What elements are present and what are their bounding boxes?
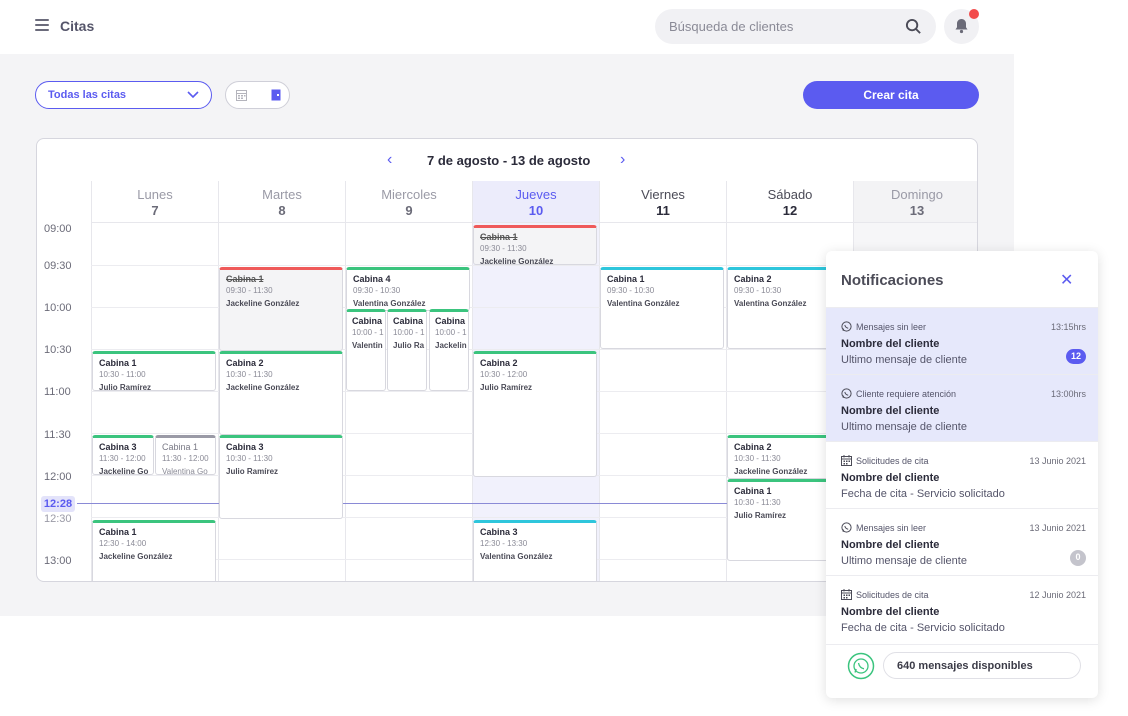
notification-date: 13 Junio 2021 — [1029, 523, 1086, 533]
top-bar: Citas — [0, 0, 1128, 54]
day-header: Domingo 13 — [853, 181, 977, 223]
time-label: 10:30 — [44, 344, 72, 356]
notification-item[interactable]: Mensajes sin leer 13:15hrs Nombre del cl… — [826, 307, 1098, 374]
create-appointment-button[interactable]: Crear cita — [803, 81, 979, 109]
notification-item[interactable]: Cliente requiere atención 13:00hrs Nombr… — [826, 374, 1098, 441]
notification-date: 13:00hrs — [1050, 389, 1086, 399]
notification-type: Mensajes sin leer — [841, 522, 926, 533]
appointment-card[interactable]: Cabina 10:00 - 1 Julio Ra — [387, 309, 427, 391]
close-icon[interactable]: ✕ — [1060, 270, 1073, 290]
prev-week-icon[interactable]: ‹ — [387, 151, 392, 169]
appointments-filter-select[interactable]: Todas las citas — [35, 81, 212, 109]
calendar-view-icon[interactable] — [236, 89, 247, 101]
day-header: Martes 8 — [218, 181, 345, 223]
notification-title: Nombre del cliente — [841, 606, 940, 618]
notifications-panel: Notificaciones ✕ Mensajes sin leer 13:15… — [826, 251, 1098, 698]
appointment-card[interactable]: Cabina 1 09:30 - 10:30 Valentina González — [600, 267, 724, 349]
notification-title: Nombre del cliente — [841, 405, 940, 417]
week-range: 7 de agosto - 13 de agosto — [427, 153, 591, 168]
time-label: 09:30 — [44, 260, 72, 272]
notification-subtitle: Fecha de cita - Servicio solicitado — [841, 622, 1005, 634]
search-icon[interactable] — [905, 18, 922, 35]
time-label: 11:30 — [44, 429, 71, 441]
notification-dot — [969, 9, 979, 19]
unread-count-badge: 0 — [1070, 550, 1086, 566]
notification-item[interactable]: Mensajes sin leer 13 Junio 2021 Nombre d… — [826, 508, 1098, 575]
time-label: 12:00 — [44, 471, 72, 483]
day-header: Miercoles 9 — [345, 181, 472, 223]
whatsapp-icon — [841, 522, 852, 533]
notification-title: Nombre del cliente — [841, 338, 940, 350]
whatsapp-icon — [841, 321, 852, 332]
notifications-title: Notificaciones — [841, 272, 944, 289]
notification-title: Nombre del cliente — [841, 539, 940, 551]
cabin-view-icon[interactable] — [271, 89, 281, 101]
appointment-card[interactable]: Cabina 3 11:30 - 12:00 Jackeline Go — [92, 435, 154, 475]
time-label: 10:00 — [44, 302, 72, 314]
whatsapp-icon — [841, 388, 852, 399]
notifications-footer: 640 mensajes disponibles — [826, 644, 1098, 698]
calendar-nav: ‹ 7 de agosto - 13 de agosto › — [37, 139, 977, 181]
search-box — [655, 9, 936, 44]
notification-type: Solicitudes de cita — [841, 589, 929, 600]
time-label: 11:00 — [44, 386, 71, 398]
search-input[interactable] — [669, 9, 899, 44]
notification-item[interactable]: Solicitudes de cita 12 Junio 2021 Nombre… — [826, 575, 1098, 642]
notification-type: Solicitudes de cita — [841, 455, 929, 466]
notification-type: Cliente requiere atención — [841, 388, 956, 399]
appointment-card[interactable]: Cabina 3 10:30 - 11:30 Julio Ramírez — [219, 435, 343, 519]
chevron-down-icon — [187, 91, 199, 99]
day-header: Lunes 7 — [91, 181, 218, 223]
notification-subtitle: Fecha de cita - Servicio solicitado — [841, 488, 1005, 500]
time-label: 13:00 — [44, 555, 72, 567]
view-toggle — [225, 81, 290, 109]
calendar-icon — [841, 455, 852, 466]
page-title: Citas — [60, 18, 95, 34]
filter-label: Todas las citas — [48, 89, 127, 101]
notification-subtitle: Ultimo mensaje de cliente — [841, 555, 967, 567]
next-week-icon[interactable]: › — [620, 151, 625, 169]
appointment-card[interactable]: Cabina 1 09:30 - 11:30 Jackeline González — [473, 225, 597, 265]
appointment-card[interactable]: Cabina 1 09:30 - 11:30 Jackeline González — [219, 267, 343, 351]
notification-date: 12 Junio 2021 — [1029, 590, 1086, 600]
time-label: 12:30 — [44, 513, 72, 525]
notification-item[interactable]: Solicitudes de cita 13 Junio 2021 Nombre… — [826, 441, 1098, 508]
unread-count-badge: 12 — [1065, 349, 1086, 364]
appointment-card[interactable]: Cabina 1 12:30 - 14:00 Jackeline González — [92, 520, 216, 581]
day-header-today: Jueves 10 — [472, 181, 599, 223]
notifications-button[interactable] — [944, 9, 979, 44]
notification-subtitle: Ultimo mensaje de cliente — [841, 354, 967, 366]
notification-date: 13:15hrs — [1050, 322, 1086, 332]
notification-title: Nombre del cliente — [841, 472, 940, 484]
appointment-card[interactable]: Cabina 3 12:30 - 13:30 Valentina González — [473, 520, 597, 581]
appointment-card[interactable]: Cabina 2 10:30 - 11:30 Jackeline González — [219, 351, 343, 435]
day-header: Sábado 12 — [726, 181, 853, 223]
current-time-badge: 12:28 — [41, 496, 75, 512]
notification-date: 13 Junio 2021 — [1029, 456, 1086, 466]
appointment-card[interactable]: Cabina 1 11:30 - 12:00 Valentina Go — [155, 435, 216, 475]
available-messages-button[interactable]: 640 mensajes disponibles — [883, 652, 1081, 679]
menu-icon[interactable] — [35, 19, 49, 31]
notification-type: Mensajes sin leer — [841, 321, 926, 332]
appointment-card[interactable]: Cabina 1 10:30 - 11:00 Julio Ramírez — [92, 351, 216, 391]
calendar-icon — [841, 589, 852, 600]
notification-subtitle: Ultimo mensaje de cliente — [841, 421, 967, 433]
time-label: 09:00 — [44, 223, 72, 235]
appointment-card[interactable]: Cabina 2 10:30 - 12:00 Julio Ramírez — [473, 351, 597, 477]
appointment-card[interactable]: Cabina 10:00 - 1 Valentin — [346, 309, 386, 391]
appointment-card[interactable]: Cabina 4 09:30 - 10:30 Valentina González — [346, 267, 470, 311]
whatsapp-icon[interactable] — [847, 652, 875, 680]
day-header: Viernes 11 — [599, 181, 726, 223]
appointment-card[interactable]: Cabina 10:00 - 1 Jackelin — [429, 309, 469, 391]
bell-icon — [955, 19, 968, 34]
